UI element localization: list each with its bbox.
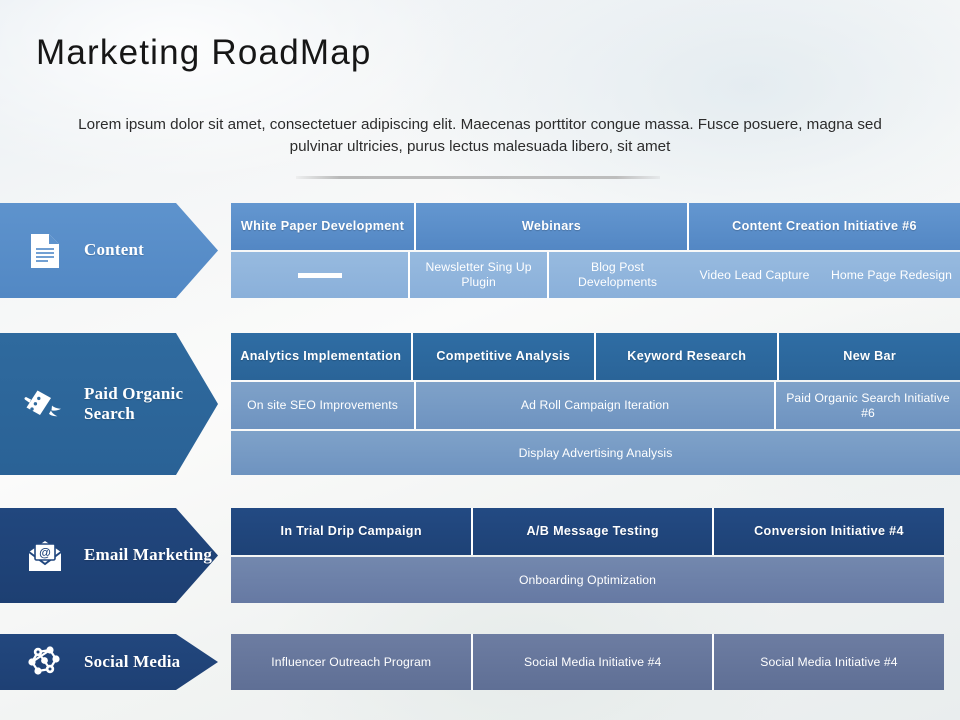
bar-line: Display Advertising Analysis <box>231 431 960 475</box>
page-subtitle: Lorem ipsum dolor sit amet, consectetuer… <box>78 116 882 155</box>
bar-line: In Trial Drip Campaign A/B Message Testi… <box>231 508 944 555</box>
title-divider <box>296 176 660 179</box>
row-label-email-marketing[interactable]: @ Email Marketing <box>0 508 218 603</box>
bar-cell[interactable]: Newsletter Sing Up Plugin <box>408 252 548 298</box>
row-bars-email-marketing: In Trial Drip Campaign A/B Message Testi… <box>231 508 944 603</box>
row-label-text: Email Marketing <box>84 545 213 565</box>
bar-line: Newsletter Sing Up Plugin Blog Post Deve… <box>231 252 960 298</box>
page-title: Marketing RoadMap <box>36 33 372 72</box>
bar-line: On site SEO Improvements Ad Roll Campaig… <box>231 382 960 429</box>
bar-cell[interactable]: In Trial Drip Campaign <box>231 508 472 555</box>
bar-cell[interactable]: Analytics Implementation <box>231 333 411 380</box>
row-label-content[interactable]: Content <box>0 203 218 298</box>
bar-line: Analytics Implementation Competitive Ana… <box>231 333 960 380</box>
bar-cell[interactable]: Video Lead Capture <box>686 252 824 298</box>
row-label-text: Content <box>84 240 144 260</box>
slide-canvas: Marketing RoadMap Lorem ipsum dolor sit … <box>0 0 960 720</box>
bar-cell[interactable]: Influencer Outreach Program <box>231 634 472 690</box>
roadmap-row-paid-organic-search: Paid Organic Search Analytics Implementa… <box>0 333 960 475</box>
bar-cell[interactable]: Paid Organic Search Initiative #6 <box>773 382 960 429</box>
row-label-paid-organic-search[interactable]: Paid Organic Search <box>0 333 218 475</box>
envelope-at-icon: @ <box>24 535 66 577</box>
row-label-text: Social Media <box>84 651 181 671</box>
bar-cell[interactable]: White Paper Development <box>231 203 415 250</box>
roadmap-row-social-media: Social Media Influencer Outreach Program… <box>0 634 960 690</box>
roadmap-row-content: Content White Paper Development Webinars… <box>0 203 960 298</box>
bar-cell[interactable]: Home Page Redesign <box>823 252 960 298</box>
row-label-text: Paid Organic Search <box>84 383 184 423</box>
bar-cell[interactable]: Social Media Initiative #4 <box>471 634 712 690</box>
bar-cell[interactable]: Onboarding Optimization <box>231 557 944 603</box>
bar-cell[interactable]: Conversion Initiative #4 <box>711 508 944 555</box>
bar-line: Influencer Outreach Program Social Media… <box>231 634 944 690</box>
bar-cell[interactable]: Content Creation Initiative #6 <box>687 203 960 250</box>
svg-text:@: @ <box>39 545 51 559</box>
bar-cell[interactable]: On site SEO Improvements <box>231 382 415 429</box>
bar-line: White Paper Development Webinars Content… <box>231 203 960 250</box>
bar-cell[interactable]: Ad Roll Campaign Iteration <box>414 382 774 429</box>
document-icon <box>24 230 66 272</box>
row-bars-social-media: Influencer Outreach Program Social Media… <box>231 634 944 690</box>
bar-cell-placeholder[interactable] <box>231 252 409 298</box>
bar-cell[interactable]: Social Media Initiative #4 <box>711 634 944 690</box>
roadmap-row-email-marketing: @ Email Marketing In Trial Drip Campaign… <box>0 508 960 603</box>
network-nodes-icon <box>24 641 66 683</box>
bar-cell[interactable]: A/B Message Testing <box>471 508 712 555</box>
bar-cell[interactable]: Competitive Analysis <box>410 333 595 380</box>
bar-cell[interactable]: Webinars <box>414 203 688 250</box>
bar-cell[interactable]: New Bar <box>777 333 960 380</box>
row-label-social-media[interactable]: Social Media <box>0 634 218 690</box>
bar-cell[interactable]: Display Advertising Analysis <box>231 431 960 475</box>
row-bars-content: White Paper Development Webinars Content… <box>231 203 960 298</box>
winged-ticket-icon <box>24 383 66 425</box>
row-bars-paid-organic-search: Analytics Implementation Competitive Ana… <box>231 333 960 475</box>
bar-cell[interactable]: Blog Post Developments <box>547 252 687 298</box>
bar-cell[interactable]: Keyword Research <box>594 333 778 380</box>
bar-line: Onboarding Optimization <box>231 557 944 603</box>
